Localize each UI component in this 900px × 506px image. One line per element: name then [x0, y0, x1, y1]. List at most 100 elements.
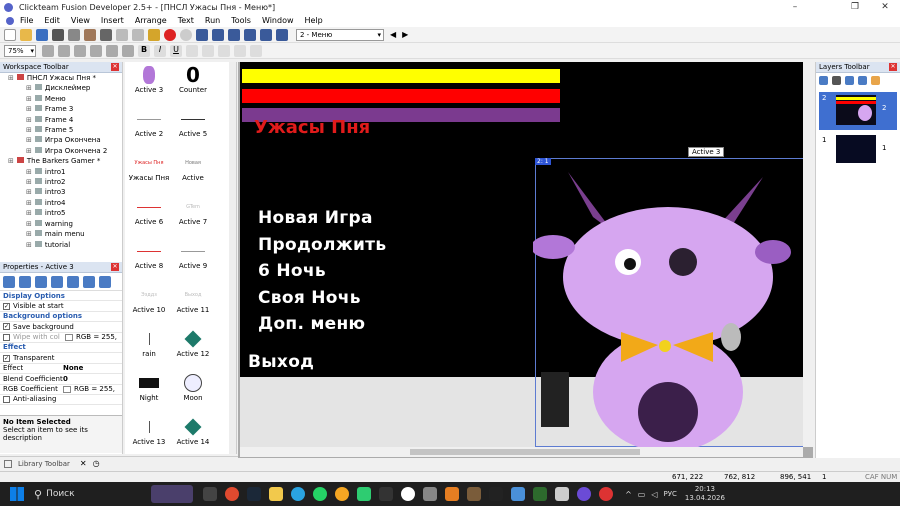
- app-chart-icon[interactable]: [533, 487, 548, 501]
- expand-icon[interactable]: ⊞: [26, 168, 32, 176]
- game-title-text[interactable]: Ужасы Пня: [254, 117, 370, 138]
- workspace-tree-item[interactable]: ⊞ The Barkers Gamer *: [4, 156, 122, 166]
- expand-icon[interactable]: ⊞: [26, 178, 32, 186]
- chrome-icon[interactable]: [225, 487, 240, 501]
- app-dark-icon[interactable]: [379, 487, 394, 501]
- property-row[interactable]: Effect None: [0, 364, 122, 375]
- close-button[interactable]: ✕: [870, 0, 900, 14]
- menu-run[interactable]: Run: [205, 16, 220, 25]
- checkbox[interactable]: ✓: [3, 302, 10, 310]
- close-icon[interactable]: ✕: [80, 459, 87, 468]
- object-item[interactable]: Active 14: [171, 416, 215, 446]
- close-icon[interactable]: ✕: [111, 263, 119, 271]
- app-wave-icon[interactable]: [555, 487, 570, 501]
- redo-icon[interactable]: [132, 28, 144, 41]
- vertical-scrollbar[interactable]: [803, 62, 813, 447]
- event-list-icon[interactable]: [244, 28, 256, 41]
- close-icon[interactable]: ✕: [889, 63, 897, 71]
- property-value[interactable]: RGB = 255,: [74, 385, 115, 394]
- object-item[interactable]: Эзддз Active 10: [127, 284, 171, 314]
- workspace-tree-item[interactable]: ⊞ intro2: [4, 177, 122, 187]
- object-item[interactable]: Выход Active 11: [171, 284, 215, 314]
- expand-icon[interactable]: ⊞: [26, 147, 32, 155]
- tab-values-icon[interactable]: [67, 275, 79, 288]
- menu-text[interactable]: Text: [178, 16, 194, 25]
- tab-size-icon[interactable]: [35, 275, 47, 288]
- windows-start-icon[interactable]: [10, 487, 24, 501]
- delete-icon[interactable]: [100, 28, 112, 41]
- tab-settings-icon[interactable]: [3, 275, 15, 288]
- record-icon[interactable]: [164, 28, 176, 41]
- checkbox[interactable]: [3, 333, 10, 341]
- workspace-tree-item[interactable]: ⊞ intro1: [4, 167, 122, 177]
- minecraft-icon[interactable]: [467, 487, 482, 501]
- workspace-tree-item[interactable]: ⊞ intro3: [4, 187, 122, 197]
- workspace-tree-item[interactable]: ⊞ ПНСЛ Ужасы Пня *: [4, 73, 122, 83]
- expand-icon[interactable]: ⊞: [26, 126, 32, 134]
- frame-select[interactable]: 2 - Меню ▾: [296, 28, 384, 41]
- tray-chevron-icon[interactable]: ^: [625, 490, 632, 499]
- clock-icon[interactable]: ◷: [93, 459, 100, 468]
- underline-icon[interactable]: U: [170, 44, 182, 57]
- object-item[interactable]: Moon: [171, 372, 215, 402]
- expand-icon[interactable]: ⊞: [26, 199, 32, 207]
- whatsapp-icon[interactable]: [313, 487, 328, 501]
- red-bar[interactable]: [242, 89, 560, 103]
- workspace-tree-item[interactable]: ⊞ Меню: [4, 94, 122, 104]
- close-icon[interactable]: ✕: [111, 63, 119, 71]
- object-item[interactable]: Active 2: [127, 108, 171, 138]
- frame-editor[interactable]: Ужасы Пня Новая Игра Продолжить 6 Ночь С…: [238, 62, 813, 458]
- expand-icon[interactable]: ⊞: [26, 95, 32, 103]
- menu-file[interactable]: File: [20, 16, 33, 25]
- align-right-icon[interactable]: [218, 44, 230, 57]
- object-item[interactable]: Active 6: [127, 196, 171, 226]
- object-item[interactable]: 0 Counter: [171, 63, 215, 94]
- help-icon[interactable]: [148, 28, 160, 41]
- property-row[interactable]: ✓ Transparent: [0, 353, 122, 364]
- property-value[interactable]: 0: [63, 374, 68, 383]
- workspace-tree-item[interactable]: ⊞ Игра Окончена: [4, 135, 122, 145]
- menu-continue[interactable]: Продолжить: [258, 235, 386, 255]
- color-swatch[interactable]: [63, 385, 71, 393]
- stop-icon[interactable]: [180, 28, 192, 41]
- taskbar-search[interactable]: Поиск: [46, 489, 151, 499]
- workspace-tree-item[interactable]: ⊞ Frame 5: [4, 125, 122, 135]
- calculator-icon[interactable]: [423, 487, 438, 501]
- expand-icon[interactable]: ⊞: [26, 116, 32, 124]
- font-icon[interactable]: [122, 44, 134, 57]
- expand-icon[interactable]: ⊞: [8, 74, 14, 82]
- italic-icon[interactable]: I: [154, 44, 166, 57]
- minimize-button[interactable]: –: [780, 0, 810, 14]
- search-icon[interactable]: ⚲: [34, 488, 42, 501]
- delete-layer-icon[interactable]: [832, 75, 841, 85]
- menu-arrange[interactable]: Arrange: [135, 16, 167, 25]
- object-item[interactable]: Ужасы Пня Ужасы Пня: [127, 152, 171, 182]
- tab-events-icon[interactable]: [83, 275, 95, 288]
- menu-night-6[interactable]: 6 Ночь: [258, 261, 326, 281]
- expand-icon[interactable]: ⊞: [26, 220, 32, 228]
- steam-icon[interactable]: [247, 487, 262, 501]
- explorer-icon[interactable]: [269, 487, 284, 501]
- network-icon[interactable]: ▭: [638, 490, 646, 499]
- next-frame-icon[interactable]: ▶: [402, 30, 408, 39]
- tab-display-icon[interactable]: [19, 275, 31, 288]
- property-row[interactable]: ✓ Save background: [0, 322, 122, 333]
- color-icon[interactable]: [250, 44, 262, 57]
- menu-help[interactable]: Help: [305, 16, 323, 25]
- expression-icon[interactable]: [276, 28, 288, 41]
- menu-view[interactable]: View: [71, 16, 90, 25]
- tab-runtime-icon[interactable]: [51, 275, 63, 288]
- volume-icon[interactable]: ◁: [651, 490, 657, 499]
- expand-icon[interactable]: ⊞: [26, 230, 32, 238]
- new-icon[interactable]: [4, 28, 16, 41]
- expand-icon[interactable]: ⊞: [26, 209, 32, 217]
- object-list-scrollbar[interactable]: [229, 62, 236, 454]
- app-paint-icon[interactable]: [445, 487, 460, 501]
- object-item[interactable]: Active 13: [127, 416, 171, 446]
- app-cross-icon[interactable]: [489, 487, 504, 501]
- workspace-tree-item[interactable]: ⊞ warning: [4, 219, 122, 229]
- menu-insert[interactable]: Insert: [101, 16, 124, 25]
- expand-icon[interactable]: ⊞: [26, 188, 32, 196]
- language-indicator[interactable]: РУС: [663, 490, 676, 498]
- snap-icon[interactable]: [58, 44, 70, 57]
